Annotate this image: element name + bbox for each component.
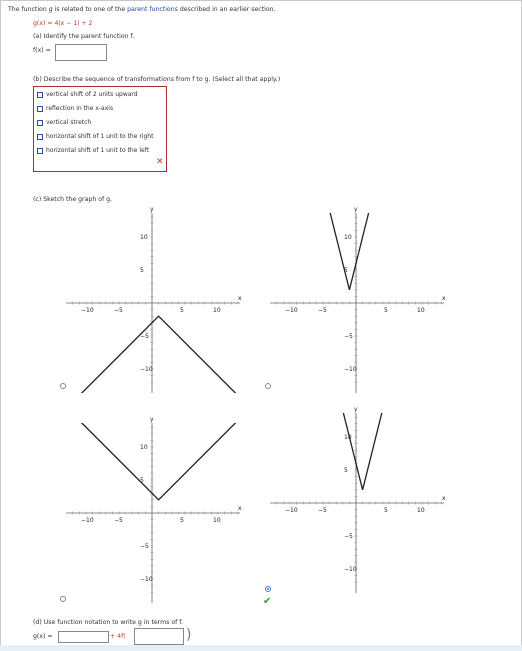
part-d-close-paren: ) [186,627,192,643]
x-tick-label: −10 [81,517,94,524]
option-horizontal-shift-left[interactable]: horizontal shift of 1 unit to the left [37,146,149,155]
y-tick-label: 10 [140,234,148,241]
part-d-answer-input-1[interactable] [58,631,109,643]
y-axis-label: y [150,206,154,213]
part-c-prompt: (c) Sketch the graph of g. [33,196,113,203]
intro-text: The function g is related to one of the … [8,6,276,13]
option-horizontal-shift-right[interactable]: horizontal shift of 1 unit to the right [37,132,153,141]
x-tick-label: 5 [384,507,388,514]
y-tick-label: 5 [140,267,144,274]
x-tick-label: 5 [180,517,184,524]
option-vertical-shift-up[interactable]: vertical shift of 2 units upward [37,90,138,99]
x-tick-label: −10 [285,307,298,314]
x-tick-label: 10 [213,307,221,314]
part-d-answer-input-2[interactable] [134,628,184,645]
graph-curve [80,423,237,501]
x-tick-label: −10 [81,307,94,314]
y-axis-label: y [150,416,154,423]
x-tick-label: 10 [417,507,425,514]
x-axis-label: x [442,295,446,302]
graph-curve [329,213,370,290]
y-tick-label: −5 [140,543,149,550]
graph-option-c[interactable]: xy−10−10−5−5551010 [66,413,256,603]
part-b-prompt: (b) Describe the sequence of transformat… [33,76,281,83]
y-tick-label: 10 [344,234,352,241]
checkbox[interactable] [37,119,43,126]
given-function: g(x) = 4|x − 1| + 2 [33,20,93,27]
x-tick-label: 10 [213,517,221,524]
x-tick-label: 5 [384,307,388,314]
part-a-prompt: (a) Identify the parent function f. [33,33,135,40]
x-tick-label: −5 [318,507,327,514]
x-tick-label: −5 [318,307,327,314]
y-tick-label: −10 [140,366,153,373]
y-tick-label: −10 [140,576,153,583]
x-tick-label: 10 [417,307,425,314]
incorrect-icon: ✕ [156,157,164,167]
parent-functions-link[interactable]: parent functions [127,6,178,13]
transformations-checklist: vertical shift of 2 units upward reflect… [33,86,167,172]
graph-option-a[interactable]: xy−10−10−5−5551010 [66,203,256,393]
graph-option-b[interactable]: xy−10−10−5−5551010 [270,203,460,393]
y-tick-label: −10 [344,566,357,573]
graph-curve [342,413,383,490]
part-d-prompt: (d) Use function notation to write g in … [33,619,183,626]
x-tick-label: 5 [180,307,184,314]
y-tick-label: −5 [344,333,353,340]
x-axis-label: x [238,295,242,302]
part-d-middle-text: + 4f( [110,633,126,640]
x-tick-label: −5 [114,307,123,314]
x-axis-label: x [442,495,446,502]
checkbox[interactable] [37,133,43,140]
option-vertical-stretch[interactable]: vertical stretch [37,118,91,127]
correct-icon: ✔ [263,596,272,607]
y-tick-label: −5 [344,533,353,540]
footer-bar [0,645,522,651]
y-axis-label: y [354,206,358,213]
part-a-answer-input[interactable] [55,44,107,61]
x-tick-label: −10 [285,507,298,514]
checkbox[interactable] [37,147,43,154]
y-tick-label: 5 [344,467,348,474]
option-reflection-x-axis[interactable]: reflection in the x-axis [37,104,113,113]
graph-option-d[interactable]: xy−10−10−5−5551010 [270,403,460,593]
y-tick-label: 10 [140,444,148,451]
y-tick-label: −10 [344,366,357,373]
y-axis-label: y [354,406,358,413]
x-axis-label: x [238,505,242,512]
checkbox[interactable] [37,91,43,98]
x-tick-label: −5 [114,517,123,524]
graph-curve [80,315,237,393]
part-d-field-label: g(x) = [33,633,53,640]
checkbox[interactable] [37,105,43,112]
part-a-field-label: f(x) = [33,47,51,54]
